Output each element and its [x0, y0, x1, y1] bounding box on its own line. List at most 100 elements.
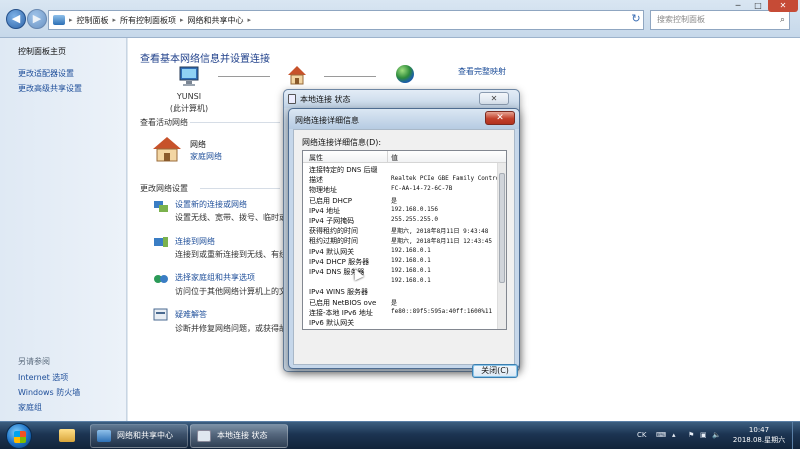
- control-panel-icon: [53, 15, 65, 25]
- taskbar-button-label: 网络和共享中心: [117, 431, 173, 440]
- internet-globe-icon: [396, 65, 414, 83]
- show-desktop-button[interactable]: [792, 422, 800, 449]
- value-cell: 是: [391, 299, 398, 307]
- address-field[interactable]: ▸ 控制面板 ▸ 所有控制面板项 ▸ 网络和共享中心 ▸: [48, 10, 644, 30]
- network-setup-icon: [154, 201, 168, 212]
- homegroup-link[interactable]: 家庭组: [18, 402, 42, 413]
- maximize-button[interactable]: □: [748, 0, 768, 12]
- input-language-indicator[interactable]: CK: [637, 431, 646, 439]
- scrollbar-thumb[interactable]: [499, 173, 505, 283]
- details-row[interactable]: 描述 Realtek PCIe GBE Family Contro: [303, 175, 499, 184]
- system-clock[interactable]: 10:47 2018.08.星期六: [726, 425, 792, 445]
- search-icon: ⌕: [779, 15, 785, 25]
- task-description: 诊断并修复网络问题，或获得故障: [175, 324, 295, 333]
- property-cell: IPv6 默认网关: [309, 319, 355, 327]
- details-row[interactable]: 已启用 NetBIOS ove 是: [303, 298, 499, 307]
- close-button[interactable]: 关闭(C): [472, 364, 518, 378]
- homegroup-icon: [154, 275, 168, 283]
- property-cell: IPv4 默认网关: [309, 247, 355, 256]
- breadcrumb-item[interactable]: 所有控制面板项: [120, 15, 176, 26]
- breadcrumb-separator: ▸: [180, 16, 184, 24]
- details-dialog-titlebar[interactable]: 网络连接详细信息 ✕: [289, 109, 519, 129]
- details-list[interactable]: 属性 值 连接特定的 DNS 后缀 描述 Realtek PCIe GBE Fami…: [302, 150, 507, 330]
- volume-icon[interactable]: 🔈: [712, 431, 721, 439]
- property-cell: 已启用 NetBIOS ove: [309, 298, 377, 307]
- change-advanced-sharing-link[interactable]: 更改高级共享设置: [18, 83, 82, 94]
- status-window-titlebar[interactable]: 本地连接 状态 ✕: [284, 90, 519, 108]
- connection-details-dialog: 网络连接详细信息 ✕ 网络连接详细信息(D): 属性 值 连接特定的 DNS 后…: [288, 108, 520, 378]
- details-list-header: 属性 值: [303, 151, 506, 163]
- column-header-value[interactable]: 值: [391, 153, 398, 163]
- back-button[interactable]: ◀: [6, 9, 26, 29]
- details-row[interactable]: 连接特定的 DNS 后缀: [303, 165, 499, 174]
- start-button[interactable]: [6, 423, 32, 449]
- connect-network-icon: [154, 237, 168, 247]
- minimize-button[interactable]: ─: [728, 0, 748, 12]
- keyboard-icon[interactable]: ⌨: [656, 431, 666, 439]
- details-row[interactable]: 物理地址 FC-AA-14-72-6C-7B: [303, 185, 499, 194]
- taskbar-connection-status[interactable]: 本地连接 状态: [190, 424, 288, 448]
- computer-icon: [179, 66, 199, 86]
- section-divider: [200, 188, 280, 189]
- flag-icon[interactable]: ⚑: [688, 431, 694, 439]
- details-row[interactable]: 192.168.0.1: [303, 277, 499, 286]
- connect-to-network-link[interactable]: 连接到网络: [175, 236, 215, 247]
- details-row[interactable]: 已启用 DHCP 是: [303, 196, 499, 205]
- tray-expand-icon[interactable]: ▴: [672, 431, 676, 439]
- taskbar-network-center[interactable]: 网络和共享中心: [90, 424, 188, 448]
- column-separator[interactable]: [387, 151, 388, 163]
- status-window-title: 本地连接 状态: [300, 95, 351, 104]
- value-cell: Realtek PCIe GBE Family Contro: [391, 175, 499, 183]
- forward-button[interactable]: ▶: [27, 9, 47, 29]
- property-cell: IPv4 地址: [309, 206, 341, 215]
- left-navigation-pane: 控制面板主页 更改适配器设置 更改高级共享设置 另请参阅 Internet 选项…: [0, 38, 127, 421]
- search-input[interactable]: 搜索控制面板 ⌕: [650, 10, 790, 30]
- status-window-close-button[interactable]: ✕: [479, 92, 509, 105]
- details-row[interactable]: IPv4 地址 192.168.0.156: [303, 206, 499, 215]
- setup-connection-link[interactable]: 设置新的连接或网络: [175, 199, 247, 210]
- home-network-icon: [288, 66, 306, 85]
- details-row[interactable]: IPv6 默认网关: [303, 318, 499, 327]
- refresh-icon[interactable]: ↻: [629, 12, 643, 26]
- control-panel-home-link[interactable]: 控制面板主页: [18, 46, 66, 57]
- details-row[interactable]: 获得租约的时间 星期六, 2018年8月11日 9:43:48: [303, 226, 499, 235]
- details-row[interactable]: IPv4 DNS 服务器 192.168.0.1: [303, 267, 499, 276]
- details-dialog-close-button[interactable]: ✕: [485, 111, 515, 125]
- details-row[interactable]: 连接-本地 IPv6 地址 fe80::89f5:595a:40ff:1600%1…: [303, 308, 499, 317]
- troubleshoot-link[interactable]: 疑难解答: [175, 309, 207, 320]
- details-row[interactable]: IPv4 DHCP 服务器 192.168.0.1: [303, 257, 499, 266]
- clock-date: 2018.08.星期六: [732, 436, 786, 444]
- column-header-property[interactable]: 属性: [309, 153, 323, 163]
- breadcrumb-separator: ▸: [112, 16, 117, 24]
- change-adapter-settings-link[interactable]: 更改适配器设置: [18, 68, 74, 79]
- window-close-button[interactable]: ✕: [768, 0, 798, 12]
- property-cell: 租约过期的时间: [309, 237, 358, 246]
- value-cell: 192.168.0.1: [391, 246, 431, 254]
- value-cell: 192.168.0.156: [391, 205, 438, 213]
- details-row[interactable]: 租约过期的时间 星期六, 2018年8月11日 12:43:45: [303, 236, 499, 245]
- task-description: 设置无线、宽带、拨号、临时或: [175, 213, 287, 222]
- property-cell: 已启用 DHCP: [309, 196, 352, 205]
- view-full-map-link[interactable]: 查看完整映射: [458, 66, 506, 77]
- details-row[interactable]: IPv4 WINS 服务器: [303, 287, 499, 296]
- change-settings-header: 更改网络设置: [140, 184, 188, 193]
- search-placeholder: 搜索控制面板: [657, 15, 705, 24]
- property-cell: IPv4 子网掩码: [309, 217, 355, 225]
- internet-options-link[interactable]: Internet 选项: [18, 372, 68, 383]
- property-cell: IPv4 WINS 服务器: [309, 288, 368, 297]
- explorer-taskbar-button[interactable]: [48, 424, 86, 448]
- details-row[interactable]: IPv4 子网掩码 255.255.255.0: [303, 216, 499, 225]
- details-list-label: 网络连接详细信息(D):: [302, 138, 382, 147]
- connection-icon: [288, 94, 296, 104]
- homegroup-sharing-link[interactable]: 选择家庭组和共享选项: [175, 272, 255, 283]
- details-row[interactable]: IPv4 默认网关 192.168.0.1: [303, 247, 499, 256]
- vertical-scrollbar[interactable]: [497, 163, 506, 329]
- taskbar-button-label: 本地连接 状态: [217, 431, 268, 440]
- breadcrumb-item[interactable]: 控制面板: [77, 15, 109, 26]
- network-tray-icon[interactable]: ▣: [700, 431, 707, 439]
- breadcrumb-item[interactable]: 网络和共享中心: [188, 15, 244, 26]
- breadcrumb-separator: ▸: [69, 16, 73, 24]
- network-type-link[interactable]: 家庭网络: [190, 151, 222, 162]
- windows-firewall-link[interactable]: Windows 防火墙: [18, 387, 80, 398]
- page-title: 查看基本网络信息并设置连接: [140, 54, 270, 65]
